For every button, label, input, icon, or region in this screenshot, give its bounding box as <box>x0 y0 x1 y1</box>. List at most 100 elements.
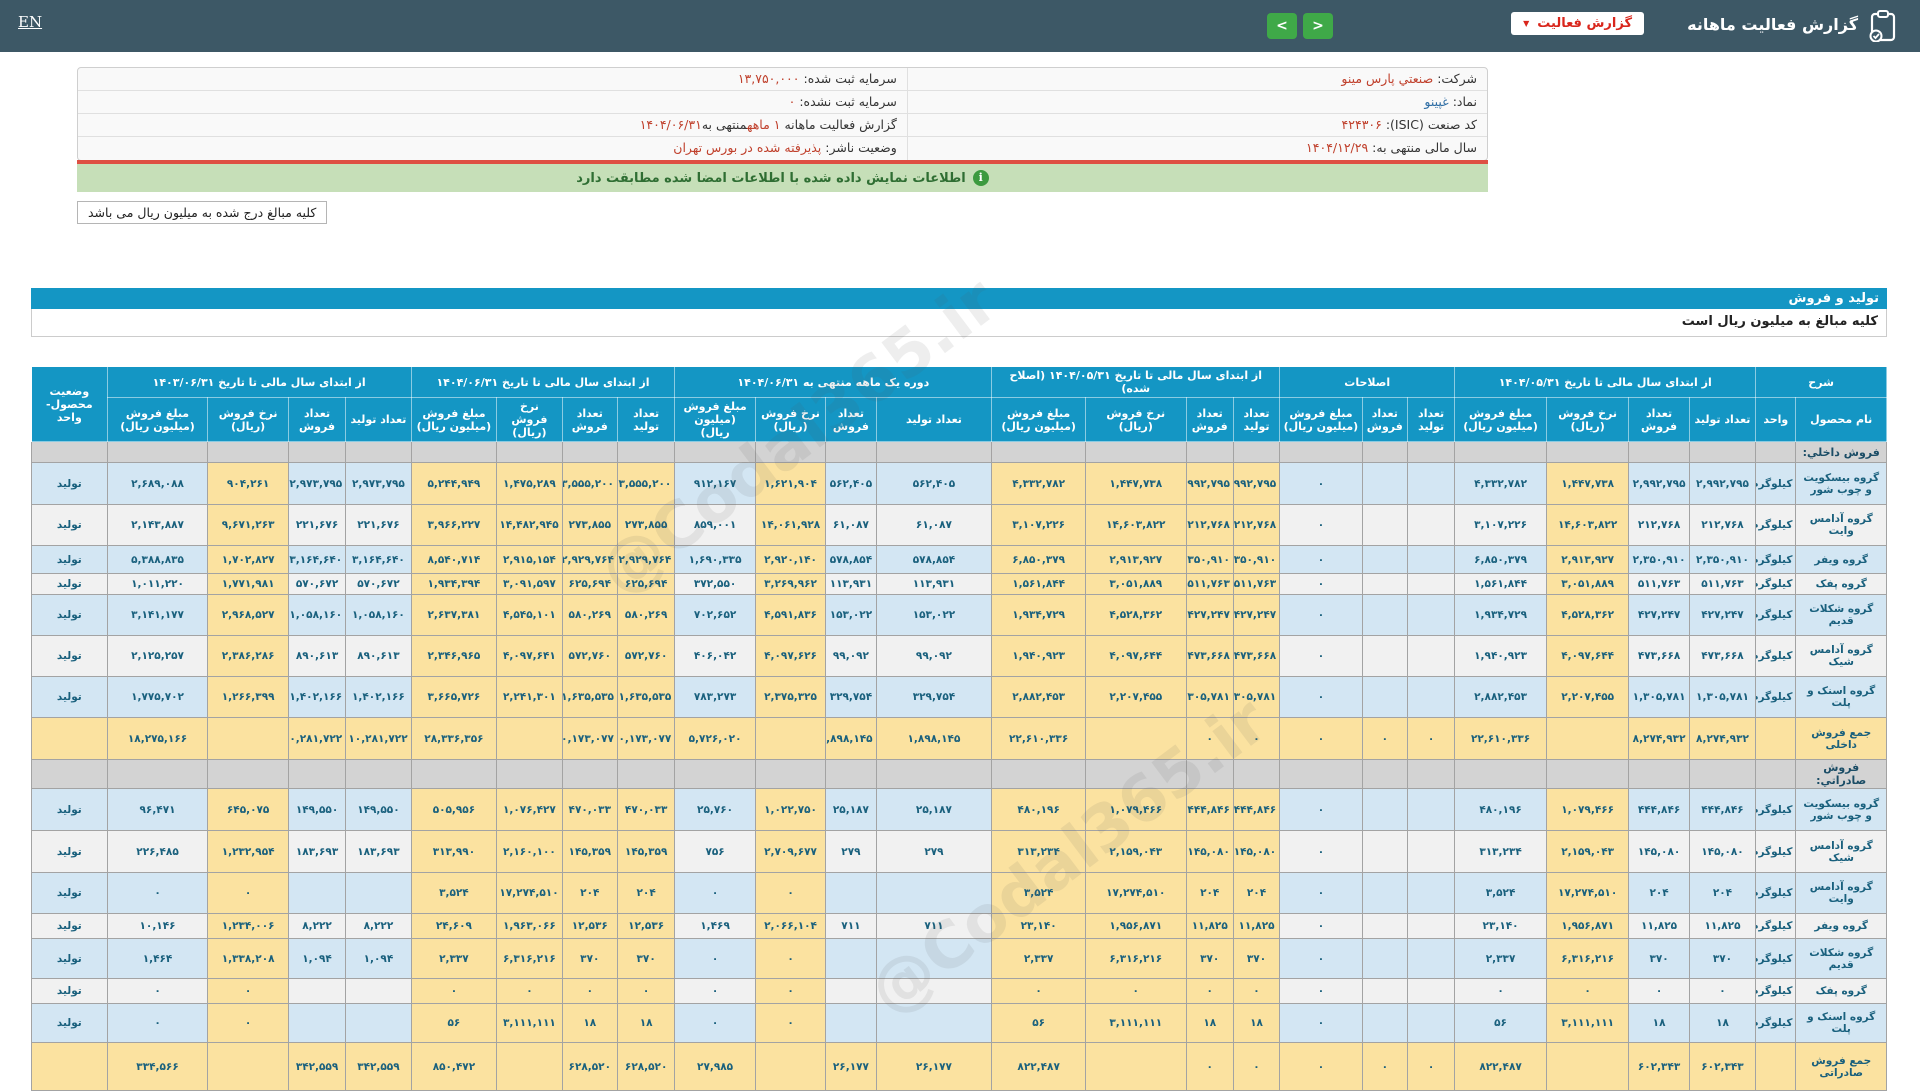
value-cell: ۲۵,۱۸۷ <box>825 788 877 831</box>
value-cell: ۰ <box>561 978 618 1004</box>
value-cell: ۱,۸۹۸,۱۴۵ <box>875 717 993 760</box>
value-cell: ۱,۰۷۹,۴۶۶ <box>1545 788 1630 831</box>
value-cell: ۴۸۰,۱۹۶ <box>991 788 1086 831</box>
table-cell <box>1406 441 1456 463</box>
column-header: تعداد تولید <box>1232 397 1281 442</box>
value-cell: ۱,۲۳۲,۹۵۴ <box>207 830 289 873</box>
table-row: گروه آدامس وایتکیلوگرم۲۰۴۲۰۴۱۷,۲۷۴,۵۱۰۳,… <box>31 872 1887 914</box>
value-cell: ۱,۲۶۶,۳۹۹ <box>207 676 289 718</box>
value-cell: ۶,۳۱۶,۲۱۶ <box>496 938 563 979</box>
value-cell: ۰ <box>1406 717 1456 760</box>
value-cell: ۲۷۳,۸۵۵ <box>616 504 676 546</box>
status-cell: تولید <box>31 913 108 939</box>
value-cell: ۱,۰۹۴ <box>345 938 412 979</box>
value-cell: ۰ <box>1232 717 1281 760</box>
value-cell: ۵۷۸,۸۵۴ <box>825 545 877 574</box>
table-row: گروه پفککیلوگرم۵۱۱,۷۶۳۵۱۱,۷۶۳۳,۰۵۱,۸۸۹۱,… <box>31 573 1887 595</box>
value-cell: ۱,۴۴۷,۷۳۸ <box>1545 462 1630 505</box>
value-cell: ۳۷۰ <box>561 938 618 979</box>
value-cell: ۱۷,۲۷۴,۵۱۰ <box>1545 872 1630 914</box>
value-cell: ۴۲۷,۲۴۷ <box>1628 594 1690 636</box>
info-label: شرکت: <box>1437 71 1477 86</box>
value-cell: ۱,۴۶۹ <box>674 913 756 939</box>
value-cell: ۰ <box>991 978 1086 1004</box>
value-cell: ۲,۳۳۷ <box>1454 938 1547 979</box>
value-cell <box>287 978 347 1004</box>
value-cell: ۳,۱۱۱,۱۱۱ <box>496 1003 563 1043</box>
value-cell: ۳,۰۹۱,۵۹۷ <box>496 573 563 595</box>
table-cell <box>754 441 827 463</box>
value-cell: ۱,۹۴۰,۹۲۳ <box>1454 635 1547 677</box>
column-header: از ابتدای سال مالی تا تاریخ ۱۴۰۴/۰۵/۳۱ (… <box>991 366 1281 398</box>
value-cell <box>1084 1042 1187 1091</box>
unit-cell: کیلوگرم <box>1755 504 1797 546</box>
table-cell <box>1279 441 1363 463</box>
value-cell: ۲,۲۰۷,۴۵۵ <box>1084 676 1187 718</box>
value-cell <box>207 1042 289 1091</box>
value-cell: ۱,۶۲۱,۹۰۴ <box>754 462 827 505</box>
value-cell: ۰ <box>674 872 756 914</box>
value-cell: ۴,۳۳۲,۷۸۲ <box>991 462 1086 505</box>
value-cell <box>1361 872 1408 914</box>
info-value[interactable]: غپینو <box>1424 94 1448 109</box>
value-cell: ۲,۸۸۲,۴۵۳ <box>991 676 1086 718</box>
previous-report-button[interactable]: < <box>1303 13 1333 39</box>
value-cell: ۴,۰۹۷,۶۴۴ <box>1545 635 1630 677</box>
info-field: وضعیت ناشر: پذیرفته شده در بورس تهران <box>78 137 907 160</box>
status-cell: تولید <box>31 676 108 718</box>
value-cell: ۱,۶۳۵,۵۳۵ <box>616 676 676 718</box>
value-cell: ۱,۶۹۰,۳۳۵ <box>674 545 756 574</box>
value-cell: ۵۸۰,۲۶۹ <box>561 594 618 636</box>
value-cell: ۱,۹۳۴,۷۲۹ <box>991 594 1086 636</box>
value-cell: ۶۰۲,۳۴۳ <box>1628 1042 1690 1091</box>
unit-cell: کیلوگرم <box>1755 938 1797 979</box>
column-header: مبلغ فروش (میلیون ریال) <box>991 397 1086 442</box>
value-cell: ۶۰۲,۳۴۳ <box>1688 1042 1757 1091</box>
company-info-row: سال مالی منتهی به: ۱۴۰۴/۱۲/۲۹ وضعیت ناشر:… <box>78 137 1487 160</box>
value-cell: ۱۱۳,۹۳۱ <box>875 573 993 595</box>
table-cell <box>410 441 498 463</box>
report-type-dropdown[interactable]: گزارش فعالیت ▼ <box>1511 12 1644 35</box>
value-cell: ۲,۹۱۳,۹۲۷ <box>1084 545 1187 574</box>
value-cell: ۴,۵۴۵,۱۰۱ <box>496 594 563 636</box>
value-cell: ۲۱۲,۷۶۸ <box>1688 504 1757 546</box>
value-cell: ۰ <box>1185 717 1234 760</box>
table-row: گروه ویفرکیلوگرم۲,۳۵۰,۹۱۰۲,۳۵۰,۹۱۰۲,۹۱۳,… <box>31 545 1887 574</box>
top-bar: EN گزارش فعالیت ماهانه گزارش فعالیت ▼ > … <box>0 0 1920 52</box>
value-cell: ۱,۳۰۵,۷۸۱ <box>1185 676 1234 718</box>
status-cell: تولید <box>31 545 108 574</box>
value-cell: ۸۲۲,۴۸۷ <box>991 1042 1086 1091</box>
value-cell: ۲۲۱,۶۷۶ <box>345 504 412 546</box>
value-cell: ۲,۱۶۰,۱۰۰ <box>496 830 563 873</box>
value-cell: ۲۰۴ <box>616 872 676 914</box>
page-title: گزارش فعالیت ماهانه <box>1687 15 1858 34</box>
value-cell: ۱,۳۰۵,۷۸۱ <box>1688 676 1757 718</box>
value-cell: ۱,۹۴۰,۹۲۳ <box>991 635 1086 677</box>
language-switch-link[interactable]: EN <box>18 13 42 31</box>
value-cell <box>754 1042 827 1091</box>
column-header: تعداد فروش <box>1628 397 1690 442</box>
value-cell <box>287 1003 347 1043</box>
value-cell: ۵,۷۲۶,۰۲۰ <box>674 717 756 760</box>
value-cell: ۲,۳۵۰,۹۱۰ <box>1232 545 1281 574</box>
value-cell: ۵۰۵,۹۵۶ <box>410 788 498 831</box>
value-cell: ۲,۳۴۶,۹۶۵ <box>410 635 498 677</box>
table-cell <box>1688 759 1757 789</box>
total-row: جمع فروش صادراتی ۶۰۲,۳۴۳ ۶۰۲,۳۴۳ ۸۲۲,۴۸۷ ۰ ۰ ۰… <box>31 1042 1887 1091</box>
value-cell: ۱۰,۲۸۱,۷۲۲ <box>345 717 412 760</box>
value-cell: ۲۳,۱۴۰ <box>991 913 1086 939</box>
table-cell <box>991 441 1086 463</box>
value-cell: ۰ <box>106 872 209 914</box>
value-cell: ۴۷۰,۰۳۳ <box>616 788 676 831</box>
value-cell: ۴۴۴,۸۴۶ <box>1628 788 1690 831</box>
value-cell: ۳۲۹,۷۵۴ <box>825 676 877 718</box>
next-report-button[interactable]: > <box>1267 13 1297 39</box>
info-field: سرمایه ثبت شده: ۱۳,۷۵۰,۰۰۰ <box>78 68 907 90</box>
value-cell: ۱,۹۵۶,۸۷۱ <box>1084 913 1187 939</box>
status-cell: تولید <box>31 462 108 505</box>
value-cell: ۲۷۳,۸۵۵ <box>561 504 618 546</box>
value-cell: ۵۶ <box>410 1003 498 1043</box>
value-cell: ۲۷۹ <box>875 830 993 873</box>
table-cell <box>1185 759 1234 789</box>
value-cell <box>345 872 412 914</box>
